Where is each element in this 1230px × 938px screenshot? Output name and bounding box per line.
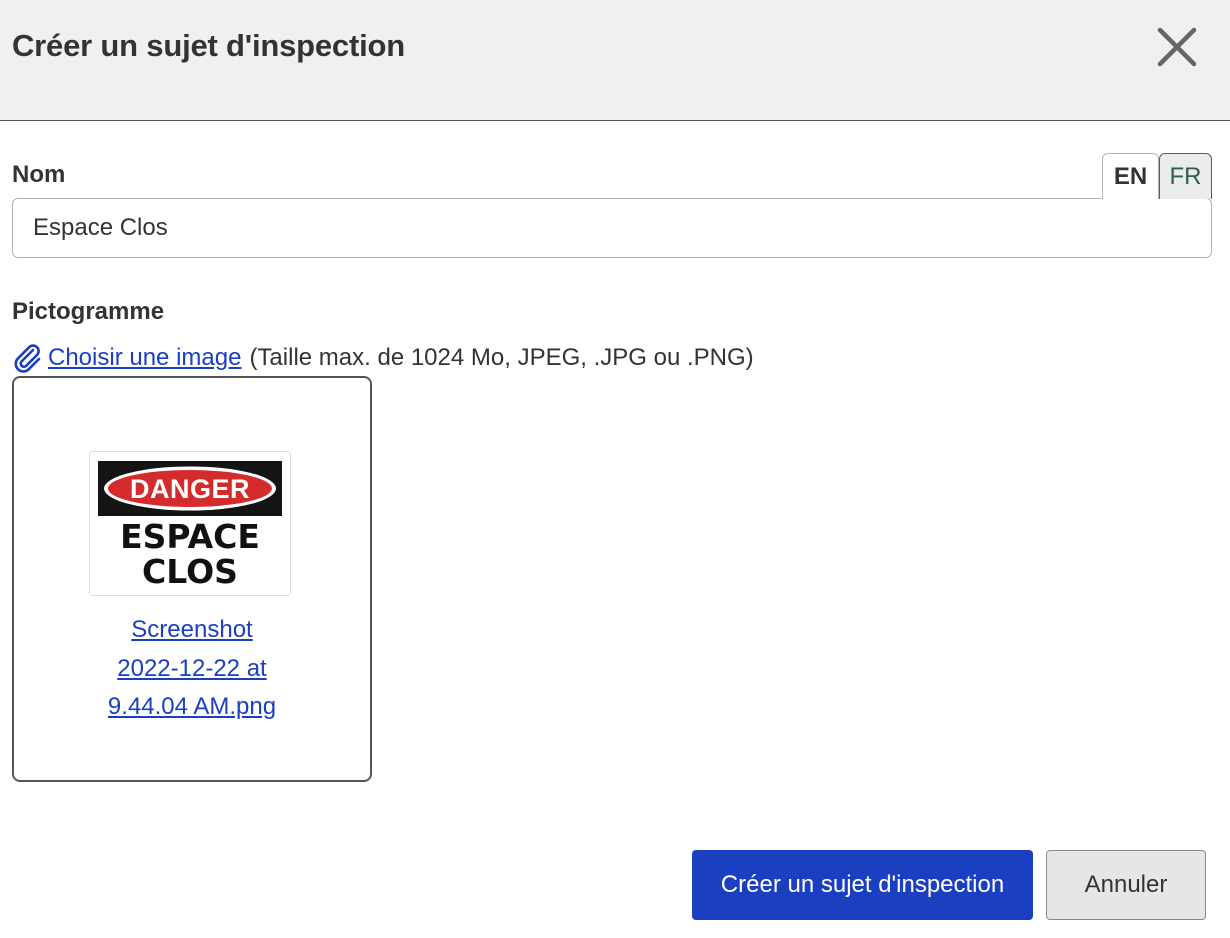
dialog-header: Créer un sujet d'inspection	[0, 0, 1230, 121]
danger-sign-image: DANGER ESPACE CLOS	[89, 451, 291, 596]
file-name-line: Screenshot	[131, 616, 253, 643]
name-input[interactable]	[12, 198, 1212, 258]
dialog-title: Créer un sujet d'inspection	[12, 28, 405, 63]
pictogram-label: Pictogramme	[12, 298, 165, 325]
sign-line-1: ESPACE	[120, 517, 260, 556]
name-label: Nom	[12, 161, 66, 188]
file-name-line: 2022-12-22 at	[117, 654, 267, 682]
lang-tab-fr[interactable]: FR	[1159, 153, 1212, 199]
sign-line-2: CLOS	[142, 552, 238, 591]
file-name-link[interactable]: Screenshot 2022-12-22 at 9.44.04 AM.png	[14, 611, 370, 727]
file-name-line: 9.44.04 AM.png	[107, 693, 277, 720]
close-button[interactable]	[1152, 22, 1202, 72]
image-preview-card: DANGER ESPACE CLOS Screenshot 2022-12-22…	[12, 376, 372, 782]
sign-header-text: DANGER	[130, 474, 250, 504]
cancel-button[interactable]: Annuler	[1046, 850, 1206, 920]
upload-row: Choisir une image (Taille max. de 1024 M…	[12, 343, 754, 373]
choose-image-link[interactable]: Choisir une image	[48, 344, 241, 372]
paperclip-icon[interactable]	[12, 343, 44, 373]
create-inspection-subject-button[interactable]: Créer un sujet d'inspection	[692, 850, 1033, 920]
upload-hint: (Taille max. de 1024 Mo, JPEG, .JPG ou .…	[249, 344, 754, 371]
lang-tab-en[interactable]: EN	[1102, 153, 1159, 199]
close-icon	[1157, 27, 1197, 67]
